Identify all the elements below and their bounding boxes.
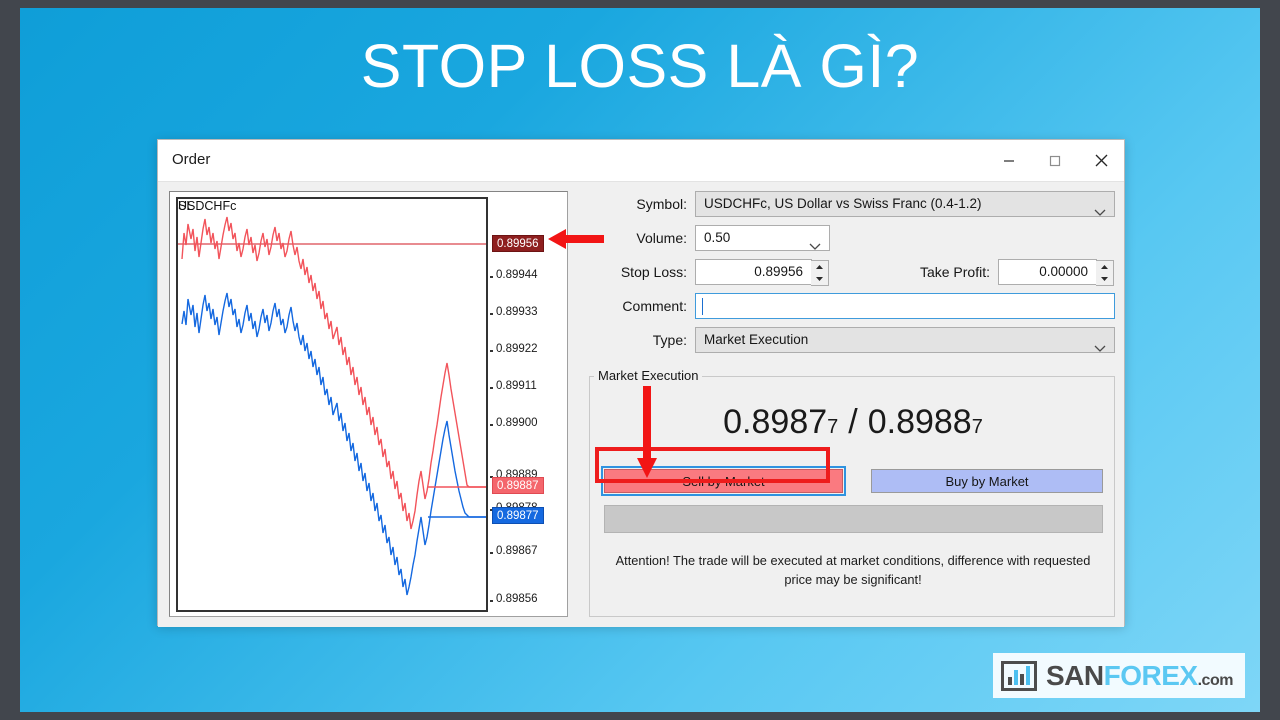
symbol-select[interactable]: USDCHFc, US Dollar vs Swiss Franc (0.4-1…	[695, 191, 1115, 217]
bar-chart-icon	[1001, 660, 1037, 691]
bid-price-main: 0.8987	[723, 403, 828, 441]
chevron-down-icon	[1094, 201, 1106, 225]
stop-loss-row: Stop Loss: 0.89956 Take Profit: 0.00000	[578, 259, 1115, 286]
left-arrow-icon	[548, 226, 604, 257]
axis-tick: 0.89911	[490, 380, 563, 396]
price-chart-panel: USDCHFc SL 0.89956 0.89944 0.89933 0.899…	[169, 191, 568, 617]
stop-loss-label: Stop Loss:	[620, 264, 687, 280]
bid-price-sub: 7	[827, 416, 839, 438]
minimize-icon[interactable]	[986, 140, 1032, 181]
logo-san: SAN	[1046, 659, 1104, 691]
sanforex-logo: SANFOREX.com	[993, 653, 1245, 698]
axis-tick: 0.89856	[490, 593, 563, 609]
volume-select[interactable]: 0.50	[695, 225, 830, 251]
type-value: Market Execution	[704, 332, 809, 347]
symbol-label: Symbol:	[636, 196, 687, 212]
price-chart: USDCHFc SL	[176, 197, 488, 612]
axis-tick: 0.89900	[490, 417, 563, 433]
comment-row: Comment:	[578, 293, 1115, 319]
price-quote-display: 0.89877/0.89887	[590, 403, 1116, 442]
progress-bar	[604, 505, 1103, 533]
stepper-down-icon[interactable]	[811, 273, 828, 285]
type-label: Type:	[652, 332, 687, 348]
stepper-down-icon[interactable]	[1096, 273, 1113, 285]
slide-canvas: STOP LOSS LÀ GÌ? Order USDCHFc SL 0.8995…	[0, 0, 1280, 720]
market-execution-group: Market Execution 0.89877/0.89887 Sell by…	[589, 368, 1116, 617]
ask-price-main: 0.8988	[867, 403, 972, 441]
logo-wordmark: SANFOREX.com	[1046, 660, 1233, 692]
comment-input[interactable]	[695, 293, 1115, 319]
axis-tick: 0.89922	[490, 343, 563, 359]
type-row: Type: Market Execution	[578, 327, 1115, 353]
take-profit-label: Take Profit:	[919, 264, 990, 280]
ask-price-sub: 7	[971, 416, 983, 438]
down-arrow-icon	[634, 386, 660, 483]
symbol-value: USDCHFc, US Dollar vs Swiss Franc (0.4-1…	[704, 196, 982, 211]
stop-loss-price-badge: 0.89956	[492, 235, 544, 252]
maximize-icon[interactable]	[1032, 140, 1078, 181]
logo-forex: FOREX	[1103, 659, 1198, 691]
market-execution-label: Market Execution	[594, 368, 703, 383]
logo-com: .com	[1197, 671, 1234, 689]
chart-sl-label: SL	[178, 199, 194, 213]
take-profit-input[interactable]: 0.00000	[998, 259, 1114, 286]
axis-tick: 0.89944	[490, 269, 563, 285]
axis-tick: 0.89867	[490, 545, 563, 561]
bid-price-badge: 0.89877	[492, 507, 544, 524]
chevron-down-icon	[809, 235, 821, 259]
symbol-row: Symbol: USDCHFc, US Dollar vs Swiss Fran…	[578, 191, 1115, 217]
price-axis: 0.89956 0.89944 0.89933 0.89922 0.89911 …	[490, 197, 563, 612]
stop-loss-value: 0.89956	[754, 264, 803, 279]
dialog-titlebar: Order	[158, 140, 1124, 181]
order-dialog: Order USDCHFc SL 0.89956 0.89944 0.89933…	[157, 139, 1125, 627]
sell-button-label: Sell by Market	[682, 473, 765, 489]
page-title: STOP LOSS LÀ GÌ?	[360, 32, 920, 100]
stop-loss-input[interactable]: 0.89956	[695, 259, 829, 286]
buy-button-label: Buy by Market	[945, 473, 1029, 489]
buy-by-market-button[interactable]: Buy by Market	[871, 469, 1103, 493]
stepper-up-icon[interactable]	[1096, 261, 1113, 273]
ask-price-badge: 0.89887	[492, 477, 544, 494]
stepper-up-icon[interactable]	[811, 261, 828, 273]
comment-label: Comment:	[622, 298, 687, 314]
take-profit-stepper[interactable]	[1096, 260, 1114, 286]
chevron-down-icon	[1094, 337, 1106, 361]
text-caret	[702, 298, 703, 315]
price-separator: /	[848, 403, 858, 441]
axis-tick: 0.89933	[490, 306, 563, 322]
stop-loss-stepper[interactable]	[811, 260, 829, 286]
dialog-title: Order	[172, 151, 211, 168]
volume-row: Volume: 0.50	[578, 225, 1115, 251]
volume-value: 0.50	[704, 230, 731, 245]
attention-text: Attention! The trade will be executed at…	[615, 553, 1091, 587]
close-icon[interactable]	[1078, 140, 1124, 181]
take-profit-value: 0.00000	[1039, 264, 1088, 279]
type-select[interactable]: Market Execution	[695, 327, 1115, 353]
